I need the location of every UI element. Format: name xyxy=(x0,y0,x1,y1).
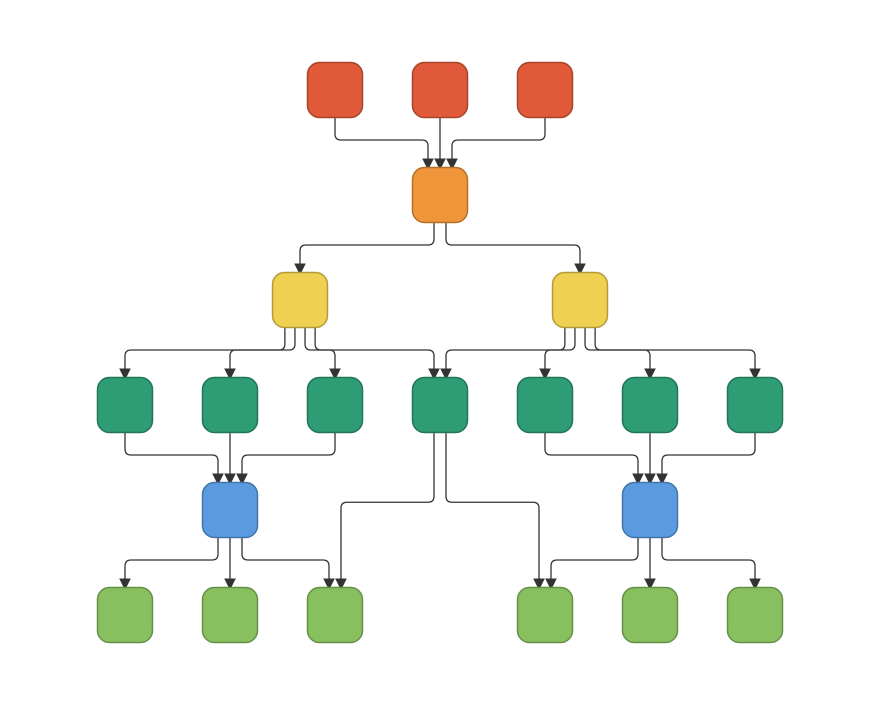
node-r1b xyxy=(413,63,468,118)
node-r3b xyxy=(553,273,608,328)
edge-r2a-to-r3a xyxy=(300,223,434,273)
node-r1a xyxy=(308,63,363,118)
node-r3a xyxy=(273,273,328,328)
node-r6f xyxy=(728,588,783,643)
edge-r1a-to-r2a xyxy=(335,118,428,168)
node-r4c xyxy=(308,378,363,433)
node-r6d xyxy=(518,588,573,643)
edge-r4a-to-r5a xyxy=(125,433,218,483)
node-r4e xyxy=(518,378,573,433)
edge-r5b-to-r6d xyxy=(551,538,638,588)
node-r6e xyxy=(623,588,678,643)
edge-r5b-to-r6f xyxy=(662,538,755,588)
node-r5b xyxy=(623,483,678,538)
node-r5a xyxy=(203,483,258,538)
edge-r4e-to-r5b xyxy=(545,433,638,483)
node-r4a xyxy=(98,378,153,433)
node-r4g xyxy=(728,378,783,433)
node-r1c xyxy=(518,63,573,118)
edge-r3b-to-r4e xyxy=(545,328,575,378)
edge-r4g-to-r5b xyxy=(662,433,755,483)
node-r4d xyxy=(413,378,468,433)
edge-r4c-to-r5a xyxy=(242,433,335,483)
edge-r3b-to-r4g xyxy=(595,328,755,378)
node-r4f xyxy=(623,378,678,433)
edge-r2a-to-r3b xyxy=(446,223,580,273)
edge-r3b-to-r4d xyxy=(446,328,565,378)
edge-r4d-to-r6d xyxy=(446,433,539,588)
edge-r5a-to-r6c xyxy=(242,538,329,588)
edge-r3a-to-r4c xyxy=(305,328,335,378)
node-r4b xyxy=(203,378,258,433)
node-r6a xyxy=(98,588,153,643)
edge-r5a-to-r6a xyxy=(125,538,218,588)
edge-r3a-to-r4a xyxy=(125,328,285,378)
edge-r4d-to-r6c xyxy=(341,433,434,588)
node-r2a xyxy=(413,168,468,223)
node-r6b xyxy=(203,588,258,643)
node-r6c xyxy=(308,588,363,643)
edge-r3a-to-r4d xyxy=(315,328,434,378)
edge-r1c-to-r2a xyxy=(452,118,545,168)
diagram-canvas xyxy=(0,0,880,711)
